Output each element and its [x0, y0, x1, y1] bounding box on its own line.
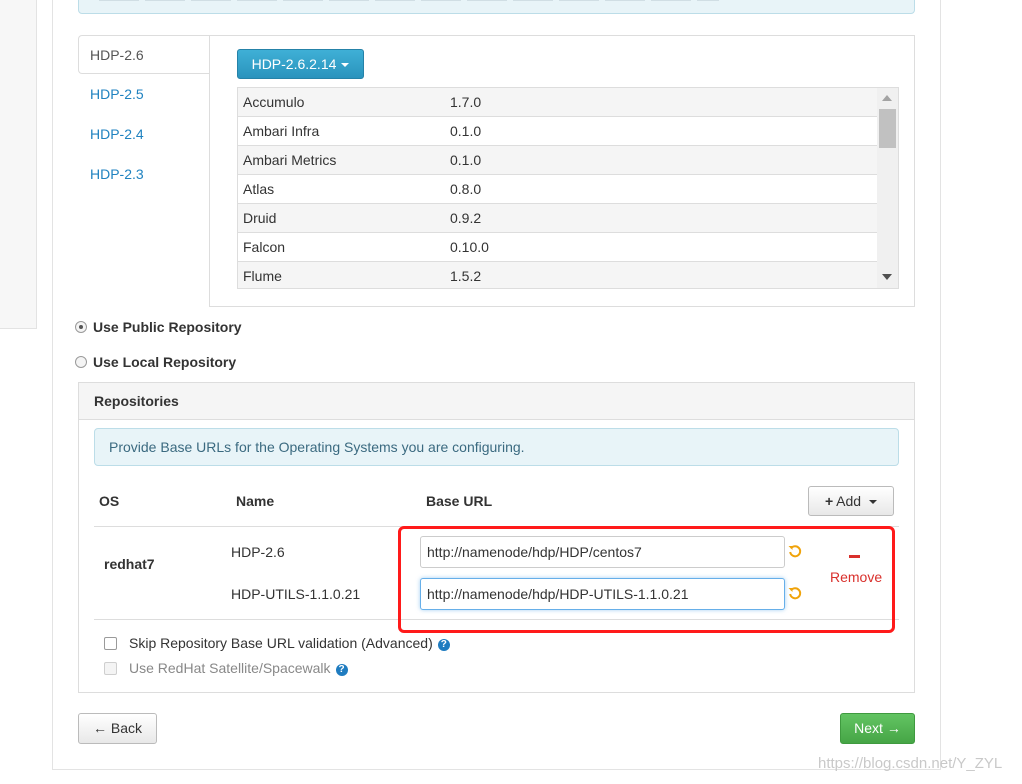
add-os-button[interactable]: + Add: [808, 486, 894, 516]
skip-validation-checkbox[interactable]: [104, 637, 117, 650]
service-name: Accumulo: [243, 94, 305, 110]
public-repo-radio[interactable]: [75, 321, 87, 333]
table-row: Falcon 0.10.0: [238, 233, 878, 262]
satellite-option: Use RedHat Satellite/Spacewalk?: [104, 660, 348, 676]
tab-hdp-2-6[interactable]: HDP-2.6: [78, 35, 210, 74]
use-local-repo-option[interactable]: Use Local Repository: [75, 354, 236, 370]
local-repo-label: Use Local Repository: [93, 354, 237, 370]
table-row: Accumulo 1.7.0: [238, 88, 878, 117]
tab-hdp-2-5[interactable]: HDP-2.5: [78, 74, 210, 114]
service-name: Falcon: [243, 239, 286, 255]
services-scrollbar[interactable]: [877, 88, 898, 288]
tab-hdp-2-3[interactable]: HDP-2.3: [78, 154, 210, 194]
service-name: Ambari Metrics: [243, 152, 337, 168]
column-header-base-url: Base URL: [426, 493, 493, 509]
service-name: Atlas: [243, 181, 275, 197]
table-row: Ambari Infra 0.1.0: [238, 117, 878, 146]
local-repo-radio[interactable]: [75, 356, 87, 368]
services-table: Accumulo 1.7.0 Ambari Infra 0.1.0 Ambari M…: [237, 87, 899, 289]
service-version: 1.5.2: [450, 268, 482, 284]
watermark: https://blog.csdn.net/Y_ZYL: [818, 755, 1003, 772]
stack-tabs: HDP-2.6 HDP-2.5 HDP-2.4 HDP-2.3: [78, 35, 210, 194]
os-name: redhat7: [104, 556, 155, 572]
annotation-highlight-box: [398, 526, 895, 633]
question-icon[interactable]: ?: [335, 664, 348, 676]
version-dropdown-label: HDP-2.6.2.14: [251, 56, 337, 72]
repo-name: HDP-2.6: [231, 544, 285, 560]
question-icon[interactable]: ?: [437, 639, 450, 651]
service-name: Druid: [243, 210, 277, 226]
plus-icon: +: [824, 493, 834, 509]
service-name: Flume: [243, 268, 282, 284]
left-sidebar-panel: [0, 0, 37, 329]
add-label: Add: [836, 493, 862, 509]
repo-name: HDP-UTILS-1.1.0.21: [231, 586, 361, 602]
satellite-label: Use RedHat Satellite/Spacewalk: [129, 660, 331, 676]
service-name: Ambari Infra: [243, 123, 320, 139]
next-button[interactable]: Next →: [840, 713, 915, 744]
scroll-up-arrow-icon[interactable]: [882, 95, 892, 101]
table-row: Ambari Metrics 0.1.0: [238, 146, 878, 175]
service-version: 0.9.2: [450, 210, 482, 226]
use-public-repo-option[interactable]: Use Public Repository: [75, 319, 242, 335]
caret-down-icon: [869, 500, 878, 505]
tab-hdp-2-4[interactable]: HDP-2.4: [78, 114, 210, 154]
satellite-checkbox: [104, 662, 117, 675]
skip-validation-option[interactable]: Skip Repository Base URL validation (Adv…: [104, 635, 450, 651]
service-version: 0.1.0: [450, 123, 482, 139]
base-url-info: Provide Base URLs for the Operating Syst…: [94, 428, 899, 466]
scrollbar-thumb[interactable]: [879, 109, 896, 148]
service-version: 0.10.0: [450, 239, 489, 255]
table-row: Flume 1.5.2: [238, 262, 878, 288]
service-version: 0.1.0: [450, 152, 482, 168]
top-info-alert: [78, 0, 915, 14]
column-header-os: OS: [99, 493, 120, 509]
table-row: Druid 0.9.2: [238, 204, 878, 233]
repositories-title: Repositories: [79, 383, 914, 420]
service-version: 1.7.0: [450, 94, 482, 110]
column-header-name: Name: [236, 493, 275, 509]
version-dropdown-button[interactable]: HDP-2.6.2.14: [237, 49, 364, 79]
skip-validation-label: Skip Repository Base URL validation (Adv…: [129, 635, 433, 651]
service-version: 0.8.0: [450, 181, 482, 197]
back-button[interactable]: ← Back: [78, 713, 157, 744]
table-row: Atlas 0.8.0: [238, 175, 878, 204]
scroll-down-arrow-icon[interactable]: [882, 274, 892, 280]
caret-down-icon: [341, 63, 350, 68]
public-repo-label: Use Public Repository: [93, 319, 242, 335]
